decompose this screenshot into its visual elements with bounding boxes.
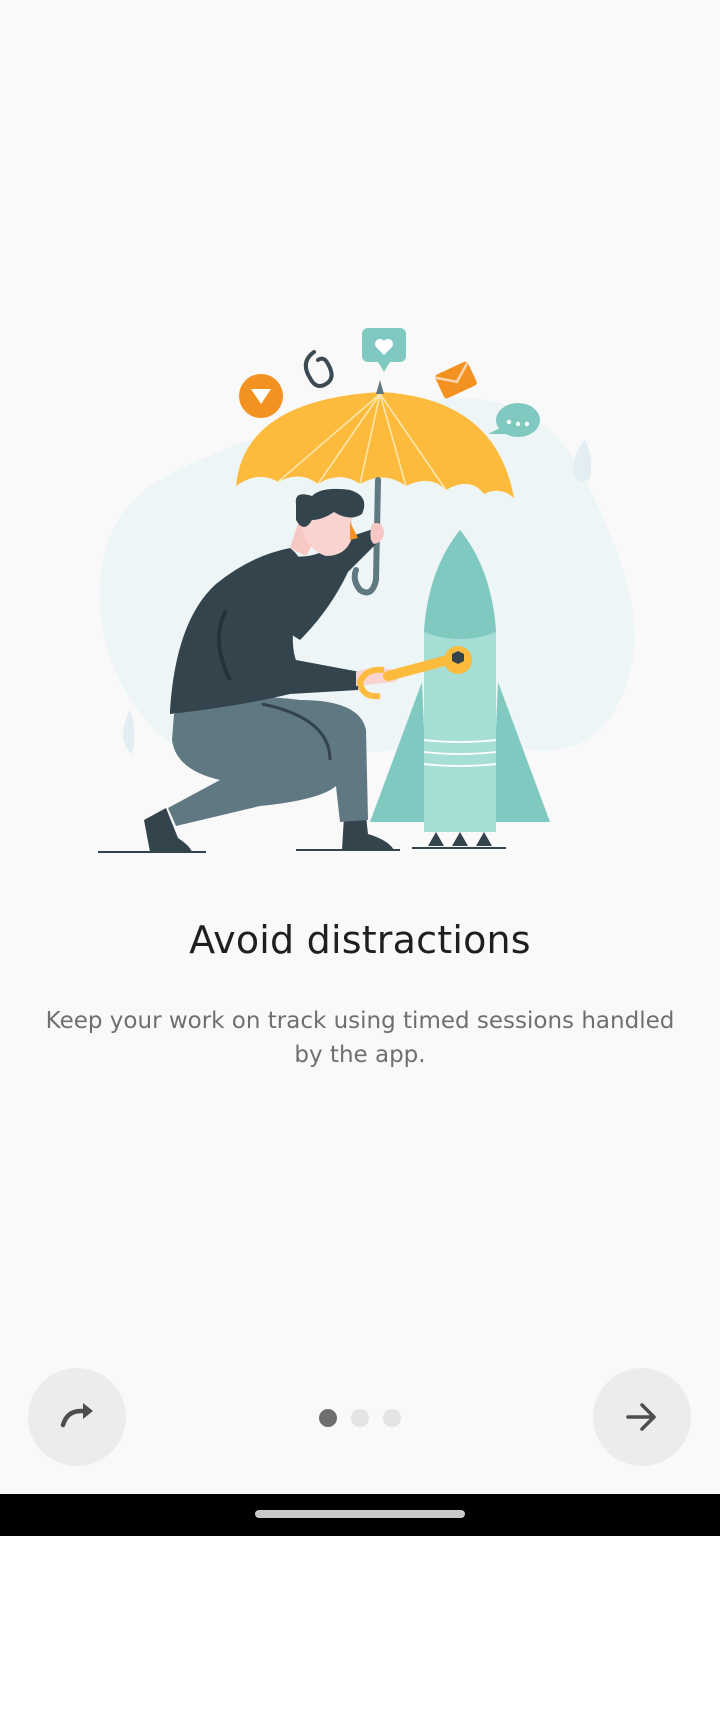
home-indicator[interactable]	[255, 1510, 465, 1518]
play-bubble-icon	[239, 374, 283, 418]
system-navigation-bar	[0, 1494, 720, 1536]
onboarding-illustration	[98, 328, 635, 853]
arrow-right-icon	[626, 1403, 656, 1431]
envelope-icon	[434, 361, 477, 399]
page-description: Keep your work on track using timed sess…	[45, 1008, 675, 1068]
page-dot-2[interactable]	[351, 1409, 369, 1427]
page-dot-1[interactable]	[319, 1409, 337, 1427]
onboarding-screen: Avoid distractions Keep your work on tra…	[0, 0, 720, 1494]
paperclip-icon	[303, 350, 334, 388]
heart-bubble-icon	[362, 328, 406, 372]
next-button[interactable]	[593, 1368, 691, 1466]
page-dot-3[interactable]	[383, 1409, 401, 1427]
page-title: Avoid distractions	[189, 918, 531, 962]
